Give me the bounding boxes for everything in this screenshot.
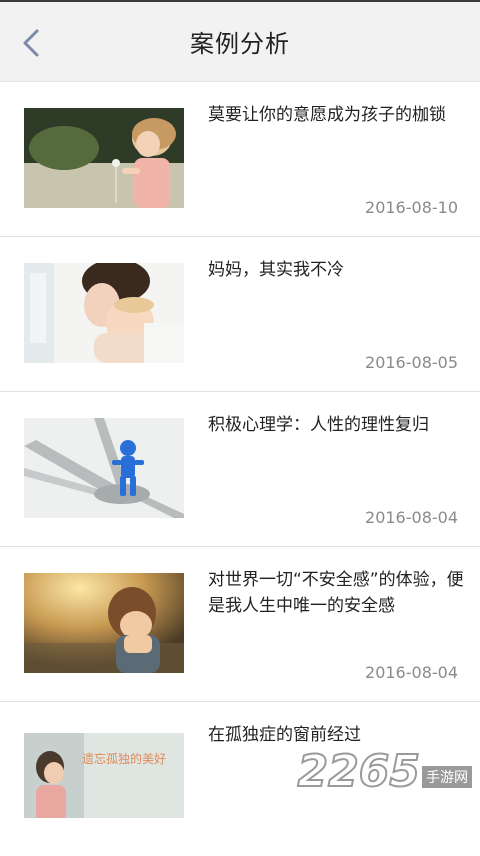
watermark-number: 2265	[297, 746, 421, 797]
site-watermark: 2265 手游网	[297, 746, 472, 797]
article-thumbnail	[24, 418, 184, 518]
article-date: 2016-08-10	[365, 198, 458, 217]
article-title: 积极心理学：人性的理性复归	[208, 415, 429, 435]
app-header: 案例分析	[0, 2, 480, 82]
article-thumbnail	[24, 573, 184, 673]
list-item[interactable]: 对世界一切“不安全感”的体验，便是我人生中唯一的安全感 2016-08-04	[0, 547, 480, 702]
list-item[interactable]: 妈妈，其实我不冷 2016-08-05	[0, 237, 480, 392]
article-thumbnail: 遗忘孤独的美好	[24, 728, 184, 818]
article-list: 莫要让你的意愿成为孩子的枷锁 2016-08-10 妈妈，其实我不冷 2016-…	[0, 82, 480, 856]
list-item[interactable]: 积极心理学：人性的理性复归 2016-08-04	[0, 392, 480, 547]
article-thumbnail	[24, 108, 184, 208]
article-title: 莫要让你的意愿成为孩子的枷锁	[208, 105, 446, 125]
article-date: 2016-08-05	[365, 353, 458, 372]
article-title: 在孤独症的窗前经过	[208, 725, 361, 745]
article-title: 妈妈，其实我不冷	[208, 260, 344, 280]
article-date: 2016-08-04	[365, 508, 458, 527]
watermark-text: 手游网	[422, 766, 472, 788]
page-title: 案例分析	[190, 30, 290, 58]
article-title: 对世界一切“不安全感”的体验，便是我人生中唯一的安全感	[208, 570, 464, 616]
thumbnail-caption: 遗忘孤独的美好	[82, 751, 166, 766]
article-thumbnail	[24, 263, 184, 363]
article-date: 2016-08-04	[365, 663, 458, 682]
list-item[interactable]: 莫要让你的意愿成为孩子的枷锁 2016-08-10	[0, 82, 480, 237]
